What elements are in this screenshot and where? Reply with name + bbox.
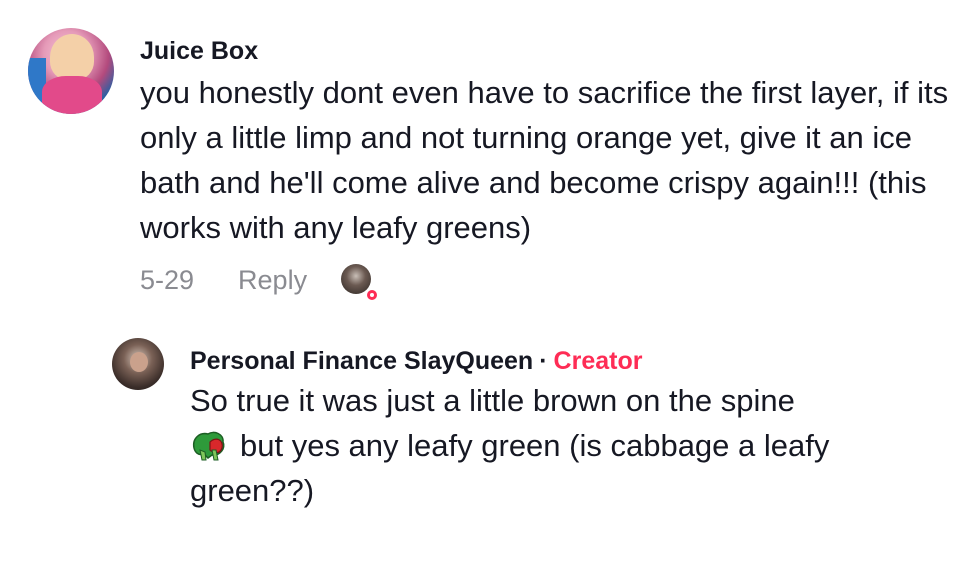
reply-author[interactable]: Personal Finance SlayQueen <box>190 347 533 375</box>
lettuce-icon <box>190 428 228 462</box>
comment-body: Juice Box you honestly dont even have to… <box>140 28 950 302</box>
reply-header: Personal Finance SlayQueen · Creator <box>190 346 930 376</box>
reply-text: So true it was just a little brown on th… <box>190 378 930 513</box>
creator-liked-avatar-icon <box>341 264 380 302</box>
reply-body: Personal Finance SlayQueen · Creator So tr… <box>190 338 930 513</box>
creator-badge: Creator <box>553 347 643 375</box>
comment-date: 5-29 <box>140 264 195 295</box>
reply-button[interactable]: Reply <box>238 265 307 296</box>
avatar-hair-shape <box>50 34 94 80</box>
header-separator: · <box>539 347 548 375</box>
heart-badge-icon <box>365 288 380 302</box>
comment-meta: 5-29 Reply <box>140 264 950 302</box>
reply-text-part1: So true it was just a little brown on th… <box>190 383 795 418</box>
reply-text-part2: but yes any leafy green (is cabbage a le… <box>190 428 830 508</box>
comment-text: you honestly dont even have to sacrifice… <box>140 75 949 245</box>
reply-author-avatar[interactable] <box>112 338 164 390</box>
avatar-body-shape <box>42 76 102 114</box>
avatar-face-shape <box>130 352 148 372</box>
commenter-avatar[interactable] <box>28 28 114 114</box>
comment-author[interactable]: Juice Box <box>140 36 950 66</box>
